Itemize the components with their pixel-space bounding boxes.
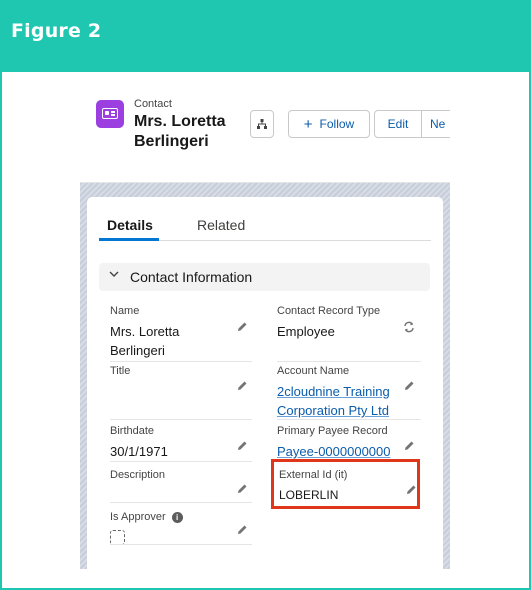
figure-title: Figure 2 [11,20,102,42]
pencil-icon[interactable] [403,380,415,392]
field-value: Mrs. Loretta Berlingeri [110,324,180,358]
field-value: 30/1/1971 [110,444,168,459]
active-tab-indicator [99,238,159,241]
pencil-icon[interactable] [236,524,248,536]
object-label: Contact [134,98,172,110]
tab-bar: Details Related [99,197,431,241]
field-label: Is Approver [110,511,166,523]
field-label: Contact Record Type [277,305,381,317]
figure-header: Figure 2 [0,0,531,72]
field-birthdate: Birthdate 30/1/1971 [110,424,252,461]
chevron-down-icon [109,271,119,277]
pencil-icon[interactable] [236,321,248,333]
hierarchy-icon [257,119,267,129]
field-account-name: Account Name 2cloudnine Training Corpora… [277,364,419,420]
field-label: Account Name [277,365,350,377]
field-label: Name [110,305,140,317]
field-value: Employee [277,324,335,339]
edit-button[interactable]: Edit [374,110,422,138]
hierarchy-button[interactable] [250,110,274,138]
is-approver-checkbox[interactable] [110,530,125,545]
field-is-approver: Is Approver i [110,510,252,545]
field-primary-payee-record: Primary Payee Record Payee-0000000000 [277,424,407,461]
section-title: Contact Information [130,269,253,285]
details-panel: Details Related Contact Information Name… [87,197,443,569]
field-label: Title [110,365,131,377]
plus-icon: + [303,115,313,133]
follow-button[interactable]: + Follow [288,110,370,138]
record-name: Mrs. Loretta Berlingeri [134,113,226,150]
field-label: Description [110,469,166,481]
field-name: Name Mrs. Loretta Berlingeri [110,304,252,360]
tab-related[interactable]: Related [197,217,245,233]
record-header: Contact Mrs. Loretta Berlingeri + Follow… [80,91,450,183]
pencil-icon[interactable] [403,440,415,452]
tab-details[interactable]: Details [107,217,153,233]
pencil-icon[interactable] [236,380,248,392]
field-contact-record-type: Contact Record Type Employee [277,304,419,341]
account-name-link[interactable]: 2cloudnine Training Corporation Pty Ltd [277,382,397,420]
section-header-contact-information[interactable]: Contact Information [99,263,430,291]
change-record-type-icon[interactable] [403,321,415,333]
pencil-icon[interactable] [236,440,248,452]
highlight-box [271,459,420,509]
contact-card-icon [96,100,124,128]
field-label: Primary Payee Record [277,425,388,437]
field-label: Birthdate [110,425,155,437]
follow-label: Follow [319,117,355,131]
field-description: Description [110,468,252,486]
info-icon[interactable]: i [171,512,183,523]
pencil-icon[interactable] [236,483,248,495]
new-button[interactable]: Ne [421,110,450,138]
field-title: Title [110,364,252,382]
